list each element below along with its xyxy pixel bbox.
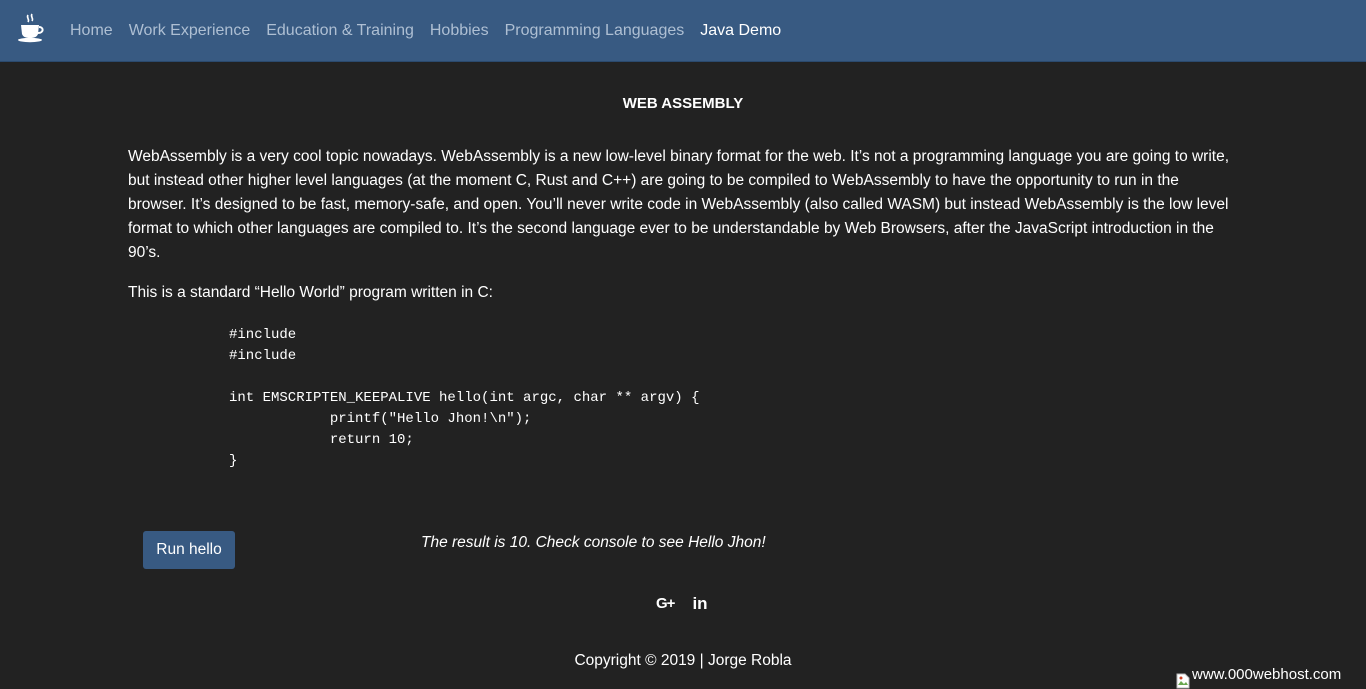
broken-image-icon	[1176, 673, 1190, 689]
run-hello-button[interactable]: Run hello	[143, 531, 235, 569]
social-links: G+ in	[656, 594, 708, 614]
intro-paragraph: WebAssembly is a very cool topic nowaday…	[128, 148, 1230, 261]
code-block: #include #include int EMSCRIPTEN_KEEPALI…	[229, 327, 700, 469]
coffee-cup-icon[interactable]	[16, 12, 48, 44]
nav-links: Home Work Experience Education & Trainin…	[62, 0, 789, 62]
nav-link-home[interactable]: Home	[62, 22, 121, 40]
copyright-text: Copyright © 2019 | Jorge Robla	[574, 652, 792, 669]
google-plus-icon[interactable]: G+	[656, 594, 675, 614]
nav-link-java-demo[interactable]: Java Demo	[692, 22, 789, 40]
nav-link-work-experience[interactable]: Work Experience	[121, 22, 259, 40]
linkedin-icon[interactable]: in	[692, 594, 707, 614]
hello-intro-text: This is a standard “Hello World” program…	[128, 284, 493, 301]
page-title: WEB ASSEMBLY	[622, 95, 744, 112]
host-badge-link[interactable]: www.000webhost.com	[1176, 664, 1366, 689]
top-navbar: Home Work Experience Education & Trainin…	[0, 0, 1366, 62]
main-content: WEB ASSEMBLY WebAssembly is a very cool …	[128, 63, 1238, 469]
nav-link-hobbies[interactable]: Hobbies	[422, 22, 497, 40]
nav-link-programming-languages[interactable]: Programming Languages	[497, 22, 693, 40]
result-text: The result is 10. Check console to see H…	[421, 534, 766, 551]
nav-link-education-training[interactable]: Education & Training	[258, 22, 422, 40]
host-badge-alt-text: www.000webhost.com	[1192, 666, 1342, 683]
